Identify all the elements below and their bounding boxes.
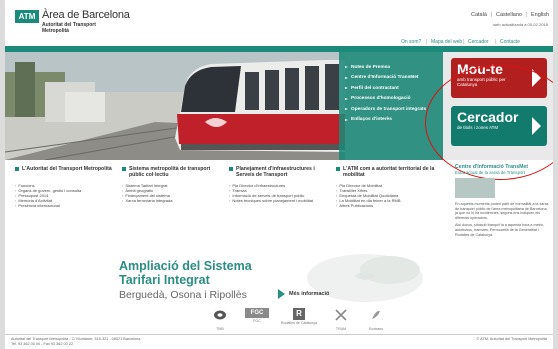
column-heading-text: L'Autoritat del Transport Metropolità — [22, 166, 112, 172]
logo-tmb[interactable]: TMB — [205, 308, 235, 331]
arrow-icon — [345, 108, 348, 111]
column-link[interactable]: › Presència internacional — [15, 203, 115, 208]
column-link-text: Xarxa ferroviària integrada — [125, 198, 173, 203]
column-heading[interactable]: L'ATM com a autoritat territorial de la … — [336, 166, 436, 178]
link-contacte[interactable]: Contacte — [500, 39, 520, 45]
footer-address: Autoritat del Transport Metropolità - C/… — [11, 337, 141, 341]
more-info-label: Més informació — [289, 291, 330, 297]
arrow-icon — [345, 87, 348, 90]
menu-item-label: Notes de Premsa — [351, 64, 390, 70]
link-mapa-web[interactable]: Mapa del web — [431, 39, 462, 45]
sti-banner[interactable]: Ampliació del Sistema Tarifari Integrat … — [105, 250, 435, 306]
footer-contact: Autoritat del Transport Metropolità - C/… — [11, 337, 140, 346]
column-link-text: Notes tècniques sobre planejament i mobi… — [232, 198, 314, 203]
site-subtitle-line-2: Metropolità — [42, 28, 69, 34]
lang-english[interactable]: English — [531, 12, 549, 18]
logo-caption: TMB — [216, 327, 224, 331]
column-heading-text: Sistema metropolità de transport públic … — [129, 166, 211, 178]
arrow-icon — [345, 76, 348, 79]
tram-logo-icon — [335, 309, 347, 321]
last-updated: web actualitzada a 05-02-2015 — [493, 22, 548, 27]
site-title[interactable]: Àrea de Barcelona — [42, 9, 130, 21]
page: ATM Àrea de Barcelona Autoritat del Tran… — [5, 0, 553, 349]
fgc-logo-icon: FGC — [245, 308, 269, 318]
play-arrow-icon — [278, 289, 285, 299]
column-heading[interactable]: L'Autoritat del Transport Metropolità — [15, 166, 115, 178]
header: ATM Àrea de Barcelona Autoritat del Tran… — [5, 0, 553, 46]
operator-logos: TMB FGC FGC R Rodalies de Catalunya TRAM… — [205, 308, 435, 331]
sidebar-paragraph: En aquests moments podeu patir de normal… — [455, 202, 549, 220]
arrow-icon: › — [122, 198, 124, 203]
arrow-icon — [345, 118, 348, 121]
column-heading-text: Planejament d'infraestructures i Serveis… — [236, 166, 315, 178]
lang-separator: | — [526, 12, 528, 18]
lang-separator: | — [491, 12, 493, 18]
footer-phone: Tel. 93 362 00 00 - Fax 93 362 00 22 — [11, 341, 74, 346]
banner-line-2: Tarifari Integrat — [119, 273, 210, 287]
column-link[interactable]: › Notes tècniques sobre planejament i mob… — [229, 198, 329, 203]
tmb-logo-icon — [214, 310, 226, 320]
logo-ecotrans[interactable]: Ecotrans — [361, 308, 391, 331]
lang-catala[interactable]: Català — [471, 12, 487, 18]
column-autoritat: L'Autoritat del Transport Metropolità › F… — [15, 166, 115, 208]
banner-line-1: Ampliació del Sistema — [119, 259, 252, 273]
arrow-icon: › — [229, 198, 231, 203]
logo-caption: FGC — [253, 319, 261, 323]
site-subtitle: Autoritat del Transport Metropolità — [42, 22, 96, 34]
menu-item-notes-premsa[interactable]: Notes de Premsa — [345, 62, 443, 73]
rodalies-logo-icon: R — [293, 308, 305, 320]
bullet-icon — [229, 167, 233, 171]
column-mobilitat: L'ATM com a autoritat territorial de la … — [336, 166, 436, 208]
link-separator: | — [426, 39, 428, 45]
column-link[interactable]: › Altres Publicacions — [336, 203, 436, 208]
bullet-icon — [122, 167, 126, 171]
network-status-image — [455, 178, 495, 198]
logo-fgc[interactable]: FGC FGC — [241, 308, 273, 323]
footer-copyright: © ATM, Autoritat del Transport Metropoli… — [476, 337, 547, 341]
arrow-icon — [345, 97, 348, 100]
hero-train-photo — [5, 52, 345, 160]
column-heading[interactable]: Sistema metropolità de transport públic … — [122, 166, 222, 178]
bullet-icon — [336, 167, 340, 171]
link-separator: | — [495, 39, 497, 45]
column-link-text: Altres Publicacions — [339, 203, 374, 208]
column-planejament: Planejament d'infraestructures i Serveis… — [229, 166, 329, 203]
menu-item-label: Perfil del contractant — [351, 85, 399, 91]
logo-caption: Ecotrans — [368, 327, 384, 331]
column-heading-text: L'ATM com a autoritat territorial de la … — [343, 166, 435, 178]
logo-caption: Rodalies de Catalunya — [280, 321, 318, 325]
atm-logo[interactable]: ATM — [15, 10, 39, 23]
link-on-som[interactable]: On som? — [401, 39, 421, 45]
menu-item-label: Processos d'homologació — [351, 96, 411, 102]
bullet-icon — [15, 167, 19, 171]
arrow-icon: › — [15, 203, 17, 208]
menu-item-label: Centre d'Informació TransMet — [351, 75, 419, 81]
transmet-sidebar: Centre d'Informació TransMet Estat actua… — [451, 164, 553, 294]
more-info-button[interactable]: Més informació — [278, 289, 329, 299]
banner-line-3: Berguedà, Osona i Ripollès — [119, 289, 247, 301]
link-cercador[interactable]: Cercador — [468, 39, 489, 45]
column-sistema: Sistema metropolità de transport públic … — [122, 166, 222, 203]
arrow-icon: › — [336, 203, 338, 208]
column-link-text: Presència internacional — [18, 203, 60, 208]
link-separator: | — [463, 39, 465, 45]
column-heading[interactable]: Planejament d'infraestructures i Serveis… — [229, 166, 329, 178]
column-link[interactable]: › Xarxa ferroviària integrada — [122, 198, 222, 203]
menu-item-transmet[interactable]: Centre d'Informació TransMet — [345, 73, 443, 84]
footer-divider — [5, 334, 553, 335]
arrow-icon — [345, 66, 348, 69]
logo-rodalies[interactable]: R Rodalies de Catalunya — [279, 308, 319, 325]
section-columns: L'Autoritat del Transport Metropolità › F… — [15, 166, 441, 246]
menu-item-label: Enllaços d'interès — [351, 117, 392, 123]
sidebar-paragraph: Així doncs, situació tranquil·la a aques… — [455, 223, 544, 237]
logo-caption: TRAM — [335, 327, 347, 331]
menu-item-perfil-contractant[interactable]: Perfil del contractant — [345, 83, 443, 94]
sidebar-subtitle: Estat actual de la xarxa de Transport — [455, 170, 525, 175]
lang-castellano[interactable]: Castellano — [496, 12, 522, 18]
ecotrans-logo-icon — [372, 310, 380, 319]
logo-tram[interactable]: TRAM — [327, 308, 355, 331]
menu-item-label: Operadors de transport integrats — [351, 106, 427, 112]
